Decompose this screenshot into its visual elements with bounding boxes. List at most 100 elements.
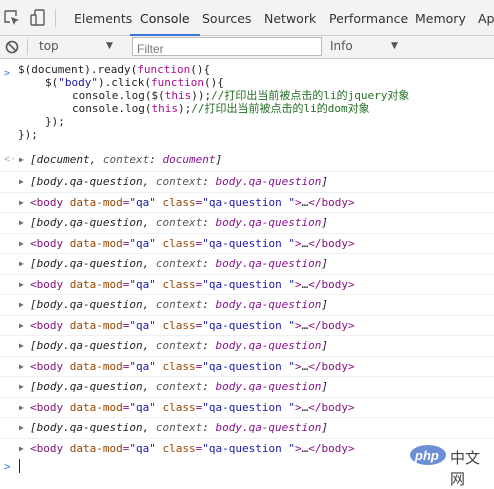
expand-triangle-icon[interactable]: ▶ [19, 275, 24, 295]
expand-triangle-icon[interactable]: ▶ [19, 336, 24, 356]
jq-key: context [155, 175, 203, 188]
expand-triangle-icon[interactable]: ▶ [19, 357, 24, 377]
console-log-jquery-object[interactable]: ▶ [body.qa-question, context: body.qa-que… [0, 212, 494, 232]
toolbar-divider [55, 9, 56, 27]
dom-attr: data-mod [69, 318, 123, 332]
dom-attr-value: qa-question [208, 236, 282, 250]
device-toolbar-icon[interactable] [28, 8, 48, 28]
dom-attr: class [162, 195, 196, 209]
jq-key: context [155, 298, 203, 311]
tab-elements[interactable]: Elements [74, 0, 132, 36]
jq-value: body.qa-question [215, 216, 322, 229]
expand-triangle-icon[interactable]: ▶ [19, 234, 24, 254]
dom-attr: class [162, 400, 196, 414]
console-log-dom-node[interactable]: ▶ <body data-mod="qa" class="qa-question … [0, 396, 494, 418]
console-log-jquery-object[interactable]: ▶ [body.qa-question, context: body.qa-que… [0, 417, 494, 437]
tab-network[interactable]: Network [264, 0, 316, 36]
console-log-jquery-object[interactable]: ▶ [body.qa-question, context: body.qa-que… [0, 253, 494, 273]
console-log-jquery-object[interactable]: ▶ [body.qa-question, context: body.qa-que… [0, 294, 494, 314]
console-log-dom-node[interactable]: ▶ <body data-mod="qa" class="qa-question … [0, 232, 494, 254]
context-select-value: top [39, 39, 59, 53]
inspect-element-icon[interactable] [2, 8, 22, 28]
dom-attr: class [162, 277, 196, 291]
expand-triangle-icon[interactable]: ▶ [19, 213, 24, 233]
toolbar-divider [27, 39, 28, 55]
jq-key: context [155, 421, 203, 434]
dom-tag: body [36, 441, 64, 455]
dom-close-tag: </body> [308, 236, 355, 250]
dom-close-tag: </body> [308, 277, 355, 291]
console-log-jquery-object[interactable]: ▶ [body.qa-question, context: body.qa-que… [0, 376, 494, 396]
code-line: $(document).ready(function(){ [18, 63, 211, 76]
console-log-jquery-object[interactable]: ▶ [body.qa-question, context: body.qa-que… [0, 335, 494, 355]
console-output[interactable]: > $(document).ready(function(){ $("body"… [0, 59, 494, 474]
dom-attr: data-mod [69, 359, 123, 373]
expand-triangle-icon[interactable]: ▶ [19, 377, 24, 397]
jq-value: body.qa-question [215, 339, 322, 352]
jq-key: context [155, 380, 203, 393]
chevron-down-icon: ▼ [106, 41, 113, 51]
expand-triangle-icon[interactable]: ▶ [19, 295, 24, 315]
filter-input[interactable] [133, 41, 317, 57]
dom-attr: data-mod [69, 277, 123, 291]
tab-sources[interactable]: Sources [202, 0, 251, 36]
jq-selector: document [36, 153, 90, 166]
tab-memory[interactable]: Memory [415, 0, 466, 36]
filter-field[interactable] [132, 37, 322, 57]
dom-tag: body [36, 318, 64, 332]
console-log-dom-node[interactable]: ▶ <body data-mod="qa" class="qa-question … [0, 355, 494, 377]
expand-triangle-icon[interactable]: ▶ [19, 193, 24, 213]
chevron-down-icon: ▼ [391, 41, 398, 51]
console-log-dom-node[interactable]: ▶ <body data-mod="qa" class="qa-question … [0, 314, 494, 336]
tab-application[interactable]: Ap [478, 0, 494, 36]
watermark-text: 中文网 [450, 449, 481, 488]
expand-triangle-icon[interactable]: ▶ [19, 439, 24, 459]
dom-tag: body [36, 359, 64, 373]
site-watermark: php 中文网 [410, 441, 494, 488]
tab-console[interactable]: Console [130, 0, 200, 36]
jq-selector: body.qa-question [36, 175, 143, 188]
dom-attr-value: qa-question [208, 441, 282, 455]
dom-close-tag: </body> [308, 318, 355, 332]
jq-key: context [155, 339, 203, 352]
console-input-entry: > $(document).ready(function(){ $("body"… [0, 63, 494, 157]
console-result[interactable]: <· ▶ [document, context: document] [0, 150, 494, 170]
dom-attr: class [162, 359, 196, 373]
console-toolbar: top ▼ Info ▼ [0, 36, 494, 59]
code-line: console.log($(this));//打印出当前被点击的li的jquer… [72, 89, 410, 102]
dom-attr-value: qa [135, 236, 150, 250]
dom-attr-value: qa-question [208, 359, 282, 373]
jq-selector: body.qa-question [36, 298, 143, 311]
jq-value: body.qa-question [215, 380, 322, 393]
expand-triangle-icon[interactable]: ▶ [19, 254, 24, 274]
expand-triangle-icon[interactable]: ▶ [19, 398, 24, 418]
console-input-cursor[interactable] [19, 459, 20, 473]
console-log-dom-node[interactable]: ▶ <body data-mod="qa" class="qa-question … [0, 191, 494, 213]
dom-close-tag: </body> [308, 195, 355, 209]
dom-attr: data-mod [69, 441, 123, 455]
dom-attr-value: qa [135, 195, 150, 209]
dom-attr-value: qa-question [208, 400, 282, 414]
console-log-jquery-object[interactable]: ▶ [body.qa-question, context: body.qa-que… [0, 171, 494, 191]
dom-close-tag: </body> [308, 359, 355, 373]
devtools-tab-bar: Elements Console Sources Network Perform… [0, 0, 494, 36]
tab-performance[interactable]: Performance [329, 0, 408, 36]
console-log-dom-node[interactable]: ▶ <body data-mod="qa" class="qa-question … [0, 273, 494, 295]
code-line: $("body").click(function(){ [45, 76, 224, 89]
expand-triangle-icon[interactable]: ▶ [19, 172, 24, 192]
clear-console-icon[interactable] [5, 40, 19, 54]
dom-attr-value: qa-question [208, 318, 282, 332]
dom-attr: data-mod [69, 236, 123, 250]
dom-attr: class [162, 441, 196, 455]
code-line: }); [18, 128, 38, 141]
jq-key: context [102, 153, 150, 166]
jq-value: body.qa-question [215, 421, 322, 434]
dom-attr-value: qa-question [208, 277, 282, 291]
input-chevron-icon: > [4, 68, 11, 79]
expand-triangle-icon[interactable]: ▶ [19, 150, 24, 170]
dom-attr: class [162, 318, 196, 332]
expand-triangle-icon[interactable]: ▶ [19, 418, 24, 438]
dom-attr-value: qa [135, 318, 150, 332]
expand-triangle-icon[interactable]: ▶ [19, 316, 24, 336]
jq-open-bracket: [ [30, 153, 37, 166]
